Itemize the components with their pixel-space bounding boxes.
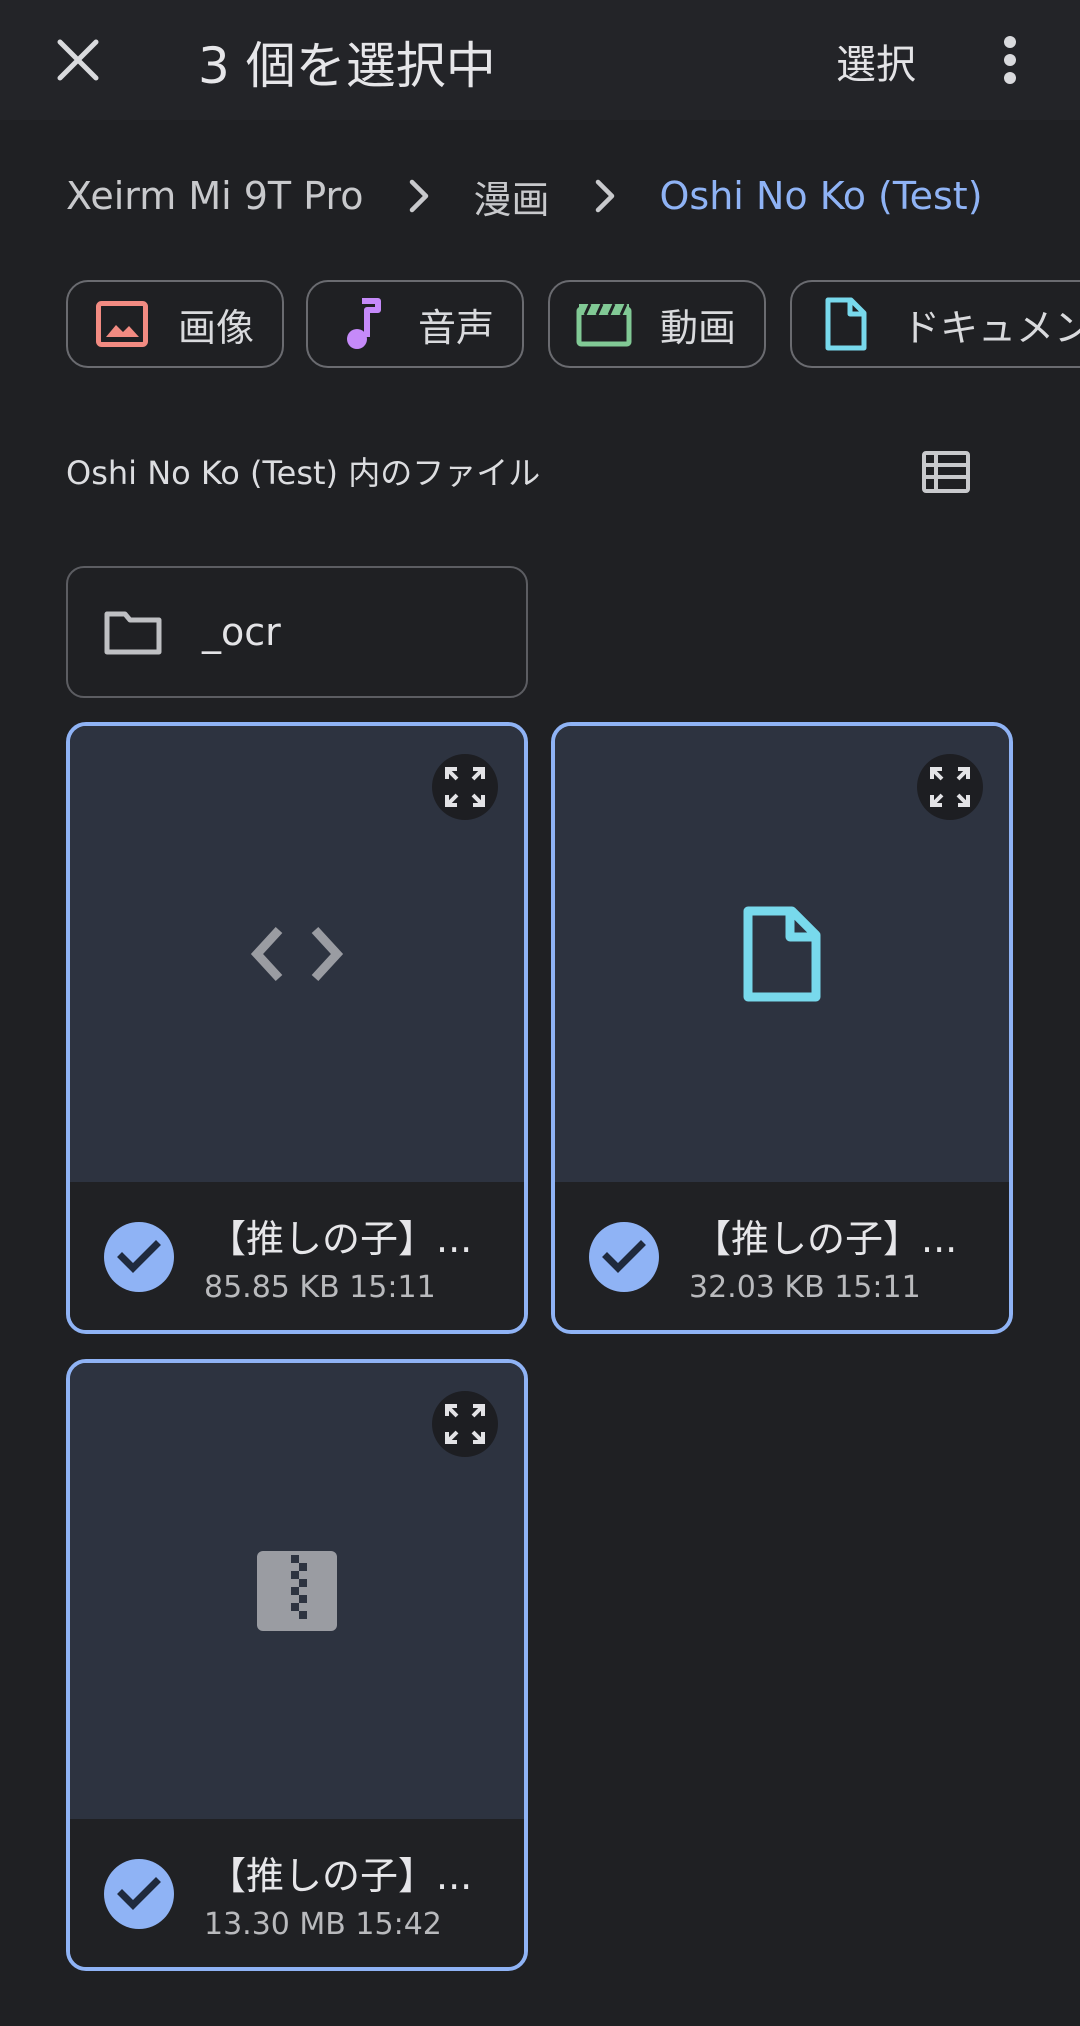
expand-preview-button[interactable] bbox=[432, 1391, 498, 1457]
file-card[interactable]: 【推しの子】... 85.85 KB 15:11 bbox=[66, 722, 528, 1334]
expand-preview-button[interactable] bbox=[917, 754, 983, 820]
file-meta: 13.30 MB 15:42 bbox=[204, 1907, 442, 1942]
top-app-bar: 3 個を選択中 選択 bbox=[0, 0, 1080, 120]
filter-chip-video[interactable]: 動画 bbox=[548, 280, 766, 368]
selected-check-icon[interactable] bbox=[589, 1222, 659, 1292]
folder-name: _ocr bbox=[202, 610, 281, 654]
file-meta: 32.03 KB 15:11 bbox=[689, 1270, 921, 1305]
image-icon bbox=[94, 296, 150, 352]
filter-chip-label: ドキュメント bbox=[902, 305, 1080, 350]
filter-chip-documents[interactable]: ドキュメント bbox=[790, 280, 1080, 368]
fullscreen-icon bbox=[930, 767, 970, 807]
breadcrumb-item-manga[interactable]: 漫画 bbox=[474, 169, 550, 224]
file-info: 【推しの子】... 32.03 KB 15:11 bbox=[555, 1182, 1009, 1330]
file-card[interactable]: 【推しの子】... 13.30 MB 15:42 bbox=[66, 1359, 528, 1971]
expand-preview-button[interactable] bbox=[432, 754, 498, 820]
filter-chip-images[interactable]: 画像 bbox=[66, 280, 284, 368]
code-icon bbox=[250, 926, 344, 982]
filter-chip-label: 動画 bbox=[660, 305, 737, 350]
chevron-right-icon bbox=[364, 178, 474, 214]
file-name: 【推しの子】... bbox=[693, 1217, 958, 1261]
breadcrumb-item-device[interactable]: Xeirm Mi 9T Pro bbox=[66, 174, 364, 218]
filter-chip-label: 音声 bbox=[418, 305, 495, 350]
selected-check-icon[interactable] bbox=[104, 1859, 174, 1929]
document-icon bbox=[818, 296, 874, 352]
section-title: Oshi No Ko (Test) 内のファイル bbox=[66, 454, 541, 492]
selection-count-title: 3 個を選択中 bbox=[198, 37, 496, 95]
fullscreen-icon bbox=[445, 1404, 485, 1444]
file-name: 【推しの子】... bbox=[208, 1217, 473, 1261]
filter-chips: 画像 音声 動画 ドキュメント bbox=[66, 280, 1080, 368]
folder-item[interactable]: _ocr bbox=[66, 566, 528, 698]
document-icon bbox=[743, 906, 821, 1002]
archive-icon bbox=[257, 1551, 337, 1631]
list-view-button[interactable] bbox=[918, 444, 974, 500]
music-note-icon bbox=[334, 296, 390, 352]
close-button[interactable] bbox=[40, 22, 116, 98]
file-name: 【推しの子】... bbox=[208, 1854, 473, 1898]
breadcrumb: Xeirm Mi 9T Pro 漫画 Oshi No Ko (Test) bbox=[66, 166, 983, 226]
more-options-button[interactable] bbox=[980, 22, 1040, 98]
chevron-right-icon bbox=[550, 178, 660, 214]
file-card[interactable]: 【推しの子】... 32.03 KB 15:11 bbox=[551, 722, 1013, 1334]
folder-icon bbox=[104, 602, 164, 662]
selected-check-icon[interactable] bbox=[104, 1222, 174, 1292]
more-vert-icon bbox=[1004, 36, 1016, 84]
filter-chip-audio[interactable]: 音声 bbox=[306, 280, 524, 368]
file-info: 【推しの子】... 85.85 KB 15:11 bbox=[70, 1182, 524, 1330]
select-button[interactable]: 選択 bbox=[836, 32, 916, 90]
breadcrumb-item-current[interactable]: Oshi No Ko (Test) bbox=[660, 174, 983, 218]
file-info: 【推しの子】... 13.30 MB 15:42 bbox=[70, 1819, 524, 1967]
fullscreen-icon bbox=[445, 767, 485, 807]
file-meta: 85.85 KB 15:11 bbox=[204, 1270, 436, 1305]
close-icon bbox=[57, 39, 99, 81]
movie-icon bbox=[576, 296, 632, 352]
list-view-icon bbox=[922, 451, 970, 493]
filter-chip-label: 画像 bbox=[178, 305, 255, 350]
